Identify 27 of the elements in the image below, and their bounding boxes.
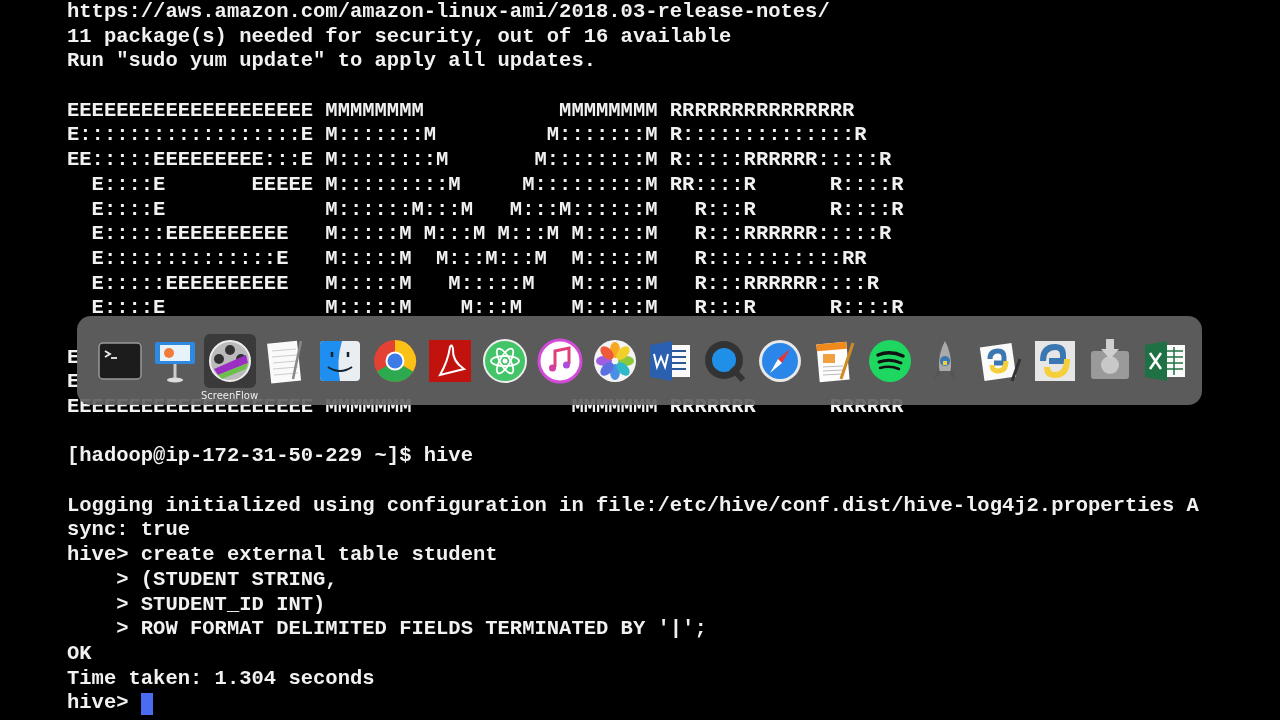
terminal-line: E::::E M:::::M M:::M M:::::M R:::R R::::R (90, 296, 904, 321)
terminal-line: sync: true (67, 518, 191, 544)
terminal-line: hive> create external table student (67, 543, 498, 568)
film-reel-icon[interactable] (203, 334, 256, 388)
terminal-line: 11 package(s) needed for security, out of 16 available (67, 24, 732, 50)
terminal-line: E (67, 370, 80, 395)
app-label: ScreenFlow (200, 390, 259, 401)
terminal-line: > (STUDENT STRING, (115, 567, 338, 593)
terminal-line: [hadoop@ip-172-31-50-229 ~]$ hive (67, 444, 473, 470)
terminal-line: E (67, 345, 80, 371)
terminal-line: > ROW FORMAT DELIMITED FIELDS TERMINATED BY '|'; (115, 617, 707, 642)
terminal-line: EEEEEEEEEEEEEEEEEEEE MMMMMMMM MMMMMMMM RRRRRRRRRRRRRRR (67, 98, 855, 124)
terminal-line: EE:::::EEEEEEEEE:::E M::::::::M M::::::::M R:::::RRRRRR:::::R (67, 148, 892, 173)
terminal-line: Logging initialized using configuration in file:/etc/hive/conf.dist/hive-log4j2.properties A (67, 493, 1199, 519)
terminal-line: Run "sudo yum update" to apply all updates. (67, 49, 596, 75)
terminal-line: hive> (67, 691, 130, 716)
terminal-line: E::::E EEEEE M:::::::::M M:::::::::M RR::::R R::::R (90, 172, 904, 198)
terminal-line: E:::::EEEEEEEEEE M:::::M M:::M M:::M M:::::M R:::RRRRRR:::::R (90, 222, 892, 247)
terminal-line: OK (67, 641, 92, 667)
text-cursor (140, 692, 153, 715)
terminal-line: E:::::EEEEEEEEEE M:::::M M:::::M M:::::M R:::RRRRRR::::R (90, 271, 879, 297)
terminal-line: https://aws.amazon.com/amazon-linux-ami/2018.03-release-notes/ (67, 0, 830, 25)
terminal-line: E::::::::::::::::::E M:::::::M M:::::::M R::::::::::::::R (67, 123, 867, 149)
terminal-line: Time taken: 1.304 seconds (67, 666, 375, 692)
terminal-line: E::::E M::::::M:::M M:::M::::::M R:::R R::::R (90, 197, 904, 223)
terminal-line: E::::::::::::::E M:::::M M:::M:::M M:::::M R:::::::::::RR (90, 246, 867, 272)
terminal-line: > STUDENT_ID INT) (115, 592, 326, 618)
